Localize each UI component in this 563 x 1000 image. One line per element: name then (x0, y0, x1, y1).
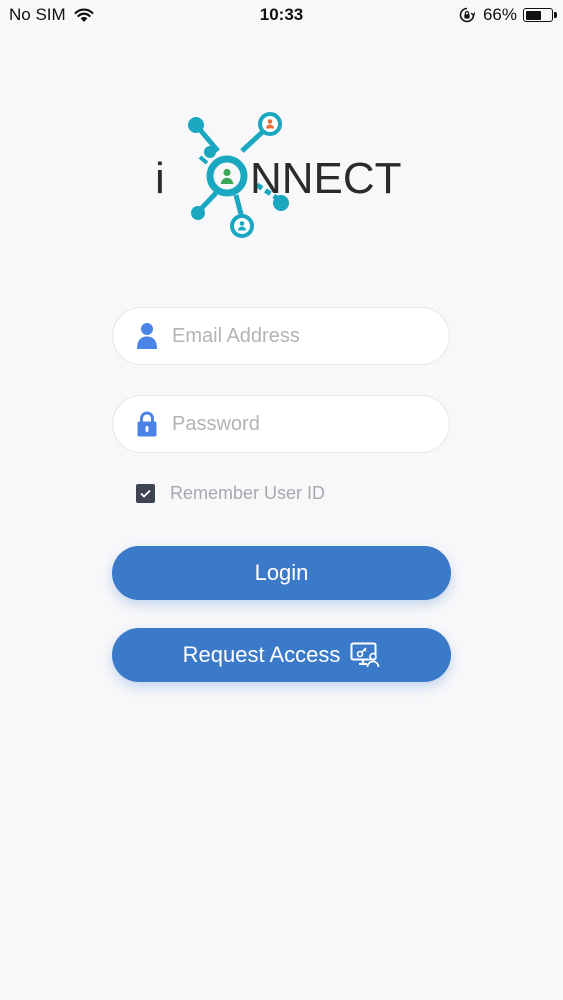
request-access-button[interactable]: Request Access (112, 628, 451, 682)
battery-icon (523, 8, 557, 22)
battery-level-fill (525, 10, 541, 20)
request-access-icon (350, 642, 380, 668)
orientation-lock-icon (459, 7, 475, 23)
request-access-label: Request Access (182, 642, 341, 667)
checkmark-icon (140, 489, 151, 498)
login-button[interactable]: Login (112, 546, 451, 600)
remember-label: Remember User ID (170, 483, 326, 503)
user-icon (136, 322, 158, 350)
remember-user-id[interactable]: Remember User ID (136, 483, 325, 504)
email-field[interactable] (112, 307, 450, 365)
email-input[interactable] (172, 324, 422, 348)
iconnect-logo: i NNECT (155, 112, 402, 238)
password-field[interactable] (112, 395, 450, 453)
remember-checkbox[interactable] (136, 484, 155, 503)
status-right: 66% (459, 5, 557, 25)
logo-ring-o (206, 155, 248, 197)
status-bar: No SIM 10:33 66% (0, 0, 563, 30)
password-input[interactable] (172, 412, 422, 436)
logo-text-i: i (155, 154, 165, 203)
lock-icon (136, 410, 158, 438)
battery-percent: 66% (482, 5, 517, 24)
login-button-label: Login (254, 560, 309, 585)
logo-text-nnect: NNECT (250, 154, 402, 203)
